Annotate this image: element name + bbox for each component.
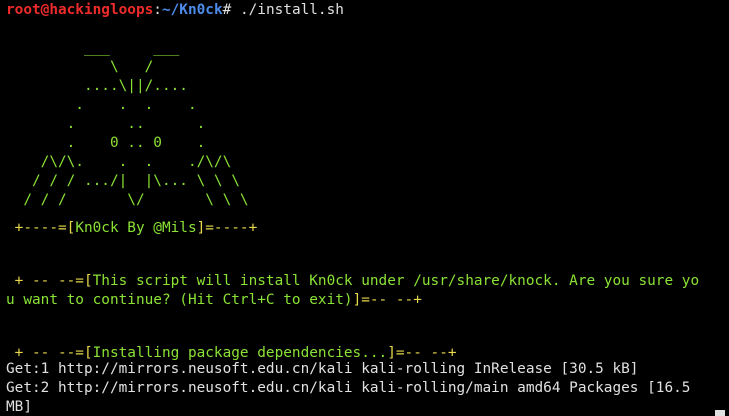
ascii-art-line: / / / .../| |\... \ \ \ [6,173,240,189]
banner-prefix: +----=[ [6,220,76,236]
ascii-art-line: ___ ___ [6,40,180,56]
installing-suffix: ]=-- --+ [387,345,457,361]
ascii-art-line: . . . . [6,97,197,113]
prompt-user-host: root@hackingloops [6,2,154,18]
banner-text: Kn0ck By @Mils [75,220,197,236]
prompt-command: ./install.sh [231,2,344,18]
confirm-line-1: + -- --=[This script will install Kn0ck … [6,272,699,291]
ascii-art-line: \ / [6,59,154,75]
ascii-art-line: ....\||/.... [6,78,188,94]
apt-output-line: Get:2 http://mirrors.neusoft.edu.cn/kali… [6,380,691,396]
installing-prefix: + -- --=[ [6,345,93,361]
prompt-separator: : [153,2,162,18]
confirm-prefix: + -- --=[ [6,273,93,289]
prompt-symbol: # [222,2,232,18]
ascii-art-line: . 0 .. 0 . [6,135,206,151]
apt-output-line: Get:1 http://mirrors.neusoft.edu.cn/kali… [6,361,639,377]
confirm-line-2: u want to continue? (Hit Ctrl+C to exit)… [6,291,422,310]
ascii-art-line: / / / \/ \ \ \ [6,192,249,208]
confirm-text-2: u want to continue? (Hit Ctrl+C to exit) [6,292,353,308]
ascii-art-line: . .. . [6,116,206,132]
banner-line: +----=[Kn0ck By @Mils]=----+ [6,219,258,238]
confirm-suffix: ]=-- --+ [352,292,422,308]
confirm-text-1: This script will install Kn0ck under /us… [92,273,700,289]
prompt-line: root@hackingloops:~/Kn0ck# ./install.sh [6,1,344,20]
installing-text: Installing package dependencies... [92,345,388,361]
terminal-window[interactable]: root@hackingloops:~/Kn0ck# ./install.sh … [0,0,729,416]
terminal-cursor [715,410,725,416]
prompt-path: ~/Kn0ck [161,2,223,18]
ascii-art-line: /\/\. . . ./\/\ [6,154,232,170]
banner-suffix: ]=----+ [196,220,258,236]
apt-output-line: MB] [6,399,32,415]
